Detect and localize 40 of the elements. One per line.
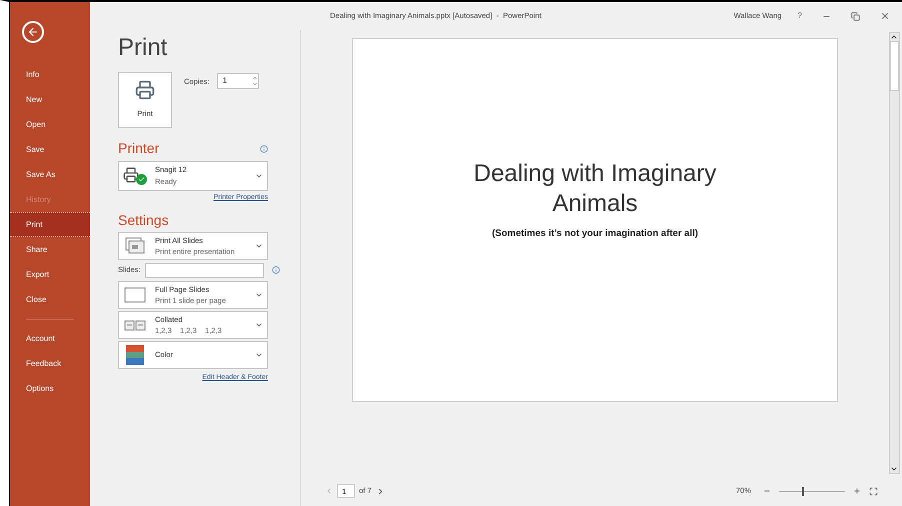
nav-item[interactable]: Info	[10, 62, 90, 87]
nav-item[interactable]: Options	[10, 376, 90, 401]
slide-title: Dealing with Imaginary Animals	[472, 158, 718, 219]
slides-icon	[125, 236, 145, 254]
nav-item[interactable]: Save As	[10, 162, 90, 187]
page-icon	[124, 286, 146, 302]
zoom-slider-thumb[interactable]	[802, 486, 804, 496]
nav-item[interactable]: Open	[10, 112, 90, 137]
nav-item[interactable]: Account	[10, 326, 90, 351]
page-title: Print	[118, 36, 168, 60]
printer-heading: Printer	[118, 139, 160, 158]
info-icon[interactable]	[272, 266, 280, 274]
restore-icon[interactable]	[851, 12, 860, 20]
dropdown-caret-icon	[255, 172, 263, 180]
slide-subtitle: (Sometimes it’s not your imagination after all)	[492, 226, 698, 241]
nav-item[interactable]: Close	[10, 287, 90, 312]
nav-item[interactable]: Feedback	[10, 351, 90, 376]
nav-item[interactable]: Export	[10, 262, 90, 287]
scroll-up-icon[interactable]	[890, 33, 898, 41]
back-icon[interactable]	[22, 21, 44, 43]
copies-spinner[interactable]: 1	[217, 73, 260, 89]
nav-item[interactable]: New	[10, 87, 90, 112]
fit-to-window-icon[interactable]	[869, 486, 878, 496]
scroll-down-icon[interactable]	[890, 465, 898, 473]
scrollbar-thumb[interactable]	[890, 41, 899, 91]
nav-item[interactable]: Share	[10, 237, 90, 262]
nav-item[interactable]: Print	[10, 212, 90, 237]
collate-icon	[124, 318, 146, 330]
color-swatch-icon	[126, 344, 144, 364]
slides-input[interactable]	[144, 262, 264, 278]
nav-item[interactable]: Save	[10, 137, 90, 162]
zoom-in-icon[interactable]	[853, 487, 861, 495]
settings-heading: Settings	[118, 210, 170, 230]
printer-ready-icon	[123, 167, 147, 185]
printer-icon	[135, 80, 155, 100]
previous-page-icon[interactable]	[325, 487, 333, 495]
info-icon[interactable]	[260, 144, 268, 152]
help-button[interactable]: ?	[798, 10, 802, 22]
close-icon[interactable]	[880, 11, 890, 21]
scrollbar[interactable]	[889, 32, 900, 474]
